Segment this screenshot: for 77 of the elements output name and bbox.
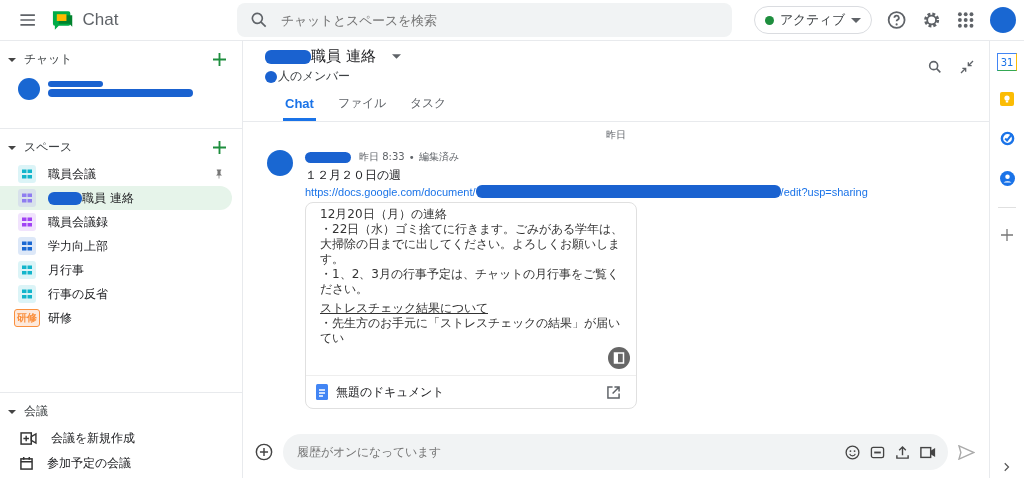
preview-heading: ストレスチェック結果について [320,301,489,316]
video-icon[interactable] [920,445,936,459]
status-dropdown[interactable]: アクティブ [754,6,873,34]
add-icon[interactable] [213,53,226,66]
upload-icon[interactable] [895,444,910,460]
section-title: スペース [24,139,73,156]
preview-text: ・22日（水）ゴミ捨てに行きます。ごみがある学年は、大掃除の日までに出してください。よろしくお願いします。 [320,222,625,267]
caret-icon[interactable] [391,54,401,59]
emoji-icon[interactable] [845,444,860,460]
message-composer[interactable]: 履歴がオンになっています [283,434,948,470]
help-icon[interactable] [886,9,908,31]
message-field[interactable]: 履歴がオンになっています [295,444,835,460]
caret-icon[interactable] [8,145,16,150]
redaction-mark [305,151,351,163]
collapse-icon[interactable] [959,59,975,75]
section-title: 会議 [24,403,49,420]
video-add-icon [20,432,37,445]
redaction-mark [265,49,311,64]
document-name: 無題のドキュメント [336,383,445,401]
preview-text: ・1、2、3月の行事予定は、チャットの月行事をご覧ください。 [320,267,620,297]
space-item[interactable]: 研修 研修 [0,306,232,330]
edited-label: 編集済み [418,150,459,164]
meeting-item[interactable]: 会議を新規作成 [0,426,242,451]
preview-text: ・先生方のお手元に「ストレスチェックの結果」が届いてい [320,316,621,346]
tab[interactable]: タスク [407,91,448,121]
space-item[interactable]: 行事の反省 [0,282,232,306]
section-title: チャット [24,51,73,68]
docs-icon [316,384,328,400]
space-icon [18,213,36,231]
meeting-item[interactable]: 参加予定の会議 [0,451,242,476]
open-external-icon[interactable] [607,385,620,399]
link[interactable]: https://docs.google.com/document/ [305,185,476,198]
tab[interactable]: Chat [283,91,316,121]
caret-icon[interactable] [8,409,16,414]
caret-icon [851,17,862,23]
search-bar[interactable]: チャットとスペースを検索 [236,3,733,37]
space-icon [18,165,36,183]
pin-icon[interactable] [216,169,222,179]
space-icon [18,261,36,279]
add-icon[interactable] [255,443,273,461]
space-icon [18,285,36,303]
tasks-icon[interactable] [999,131,1015,146]
search-icon[interactable] [927,59,943,75]
link[interactable]: /edit?usp=sharing [780,185,868,198]
space-icon [18,189,36,207]
calendar-icon [20,457,33,470]
account-avatar[interactable] [990,7,1016,33]
redaction-mark [48,81,103,87]
space-item[interactable]: 学力向上部 [0,234,232,258]
tab[interactable]: ファイル [335,91,388,121]
date-divider: 昨日 [605,128,627,142]
space-item[interactable]: 月行事 [0,258,232,282]
calendar-icon[interactable]: 31 [997,53,1017,71]
redaction-mark [265,70,277,83]
side-panel-icon[interactable] [608,347,630,369]
space-item[interactable]: 職員会議 [0,162,232,186]
caret-icon[interactable] [8,57,16,62]
app-title: Chat [82,10,120,30]
message-text: １２月２０日の週 [305,167,402,184]
apps-grid-icon[interactable] [956,11,974,29]
space-icon [18,237,36,255]
document-card[interactable]: 12月20日（月）の連絡 ・22日（水）ゴミ捨てに行きます。ごみがある学年は、大掃除の日までに出してください。よろしくお願いします。 ・1、2、3月の行事予定は、チャットの月行事をご覧ください。 ストレスチェック結果について ・先生方のお手元に「ストレスチェックの結果」が届いてい 無題のドキュメント [305,202,637,409]
space-icon: 研修 [14,309,40,327]
search-field[interactable]: チャットとスペースを検索 [278,11,721,29]
avatar[interactable] [18,78,40,100]
chevron-right-icon[interactable] [1004,462,1010,472]
member-count[interactable]: 人のメンバー [278,68,350,85]
space-title: 職員 連絡 [311,47,376,66]
chat-logo-icon [51,8,75,32]
space-item[interactable]: 職員会議録 [0,210,232,234]
message-time: 昨日 8:33 [359,150,405,164]
add-icon[interactable] [213,141,226,154]
separator-dot: • [408,151,415,163]
avatar[interactable] [267,150,293,176]
space-item[interactable]: 職員 連絡 [0,186,232,210]
contacts-icon[interactable] [999,171,1015,186]
preview-text: 12月20日（月）の連絡 [320,207,448,222]
